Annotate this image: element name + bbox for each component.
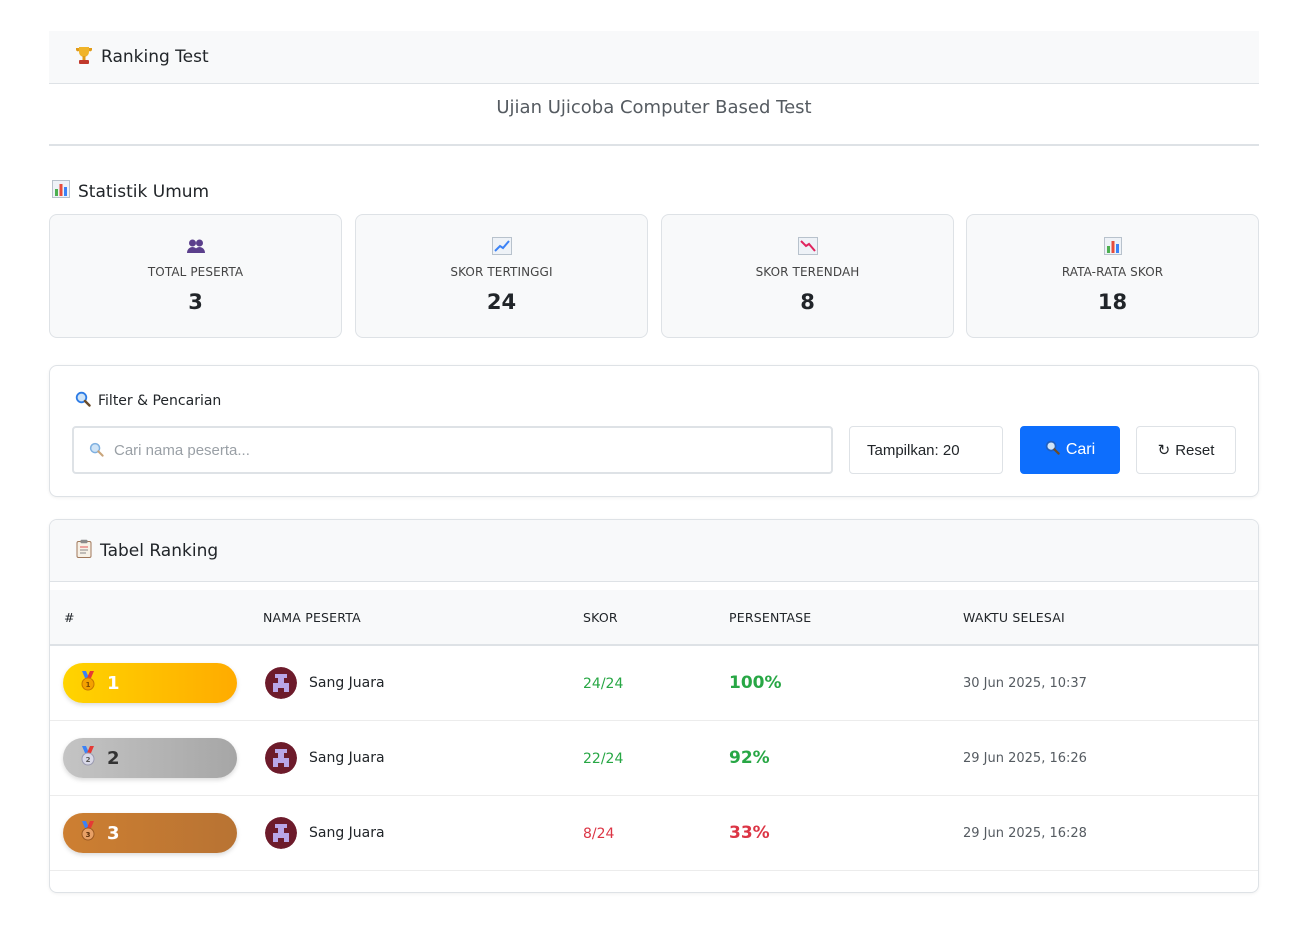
search-button-label: Cari (1065, 441, 1096, 458)
page-header: Ranking Test (49, 31, 1259, 84)
bar-chart-icon (52, 180, 70, 203)
table-row: 3 3 Sang Juara 8/24 33% 29 Jun 2025, 16:… (50, 796, 1258, 871)
gold-medal-icon: 1 (79, 670, 97, 696)
stat-value: 8 (800, 290, 815, 314)
filter-title: Filter & Pencarian (75, 391, 221, 411)
stat-card-total-peserta: TOTAL PESERTA 3 (49, 214, 342, 338)
participant-name: Sang Juara (309, 825, 385, 841)
reset-button[interactable]: ↻ Reset (1136, 426, 1236, 474)
svg-text:1: 1 (86, 681, 91, 689)
finish-time: 29 Jun 2025, 16:26 (963, 751, 1087, 766)
percent-value: 33% (729, 823, 770, 843)
rank-number: 3 (107, 822, 120, 844)
magnifier-icon (75, 391, 91, 411)
search-input[interactable] (72, 426, 833, 474)
score-value: 22/24 (583, 751, 624, 767)
filter-title-label: Filter & Pencarian (98, 393, 222, 409)
rank-badge-bronze: 3 3 (63, 813, 237, 853)
clipboard-icon (76, 539, 92, 563)
avatar (265, 742, 297, 774)
participant-name: Sang Juara (309, 750, 385, 766)
score-value: 24/24 (583, 676, 624, 692)
stat-card-skor-terendah: SKOR TERENDAH 8 (661, 214, 954, 338)
table-row: 2 2 Sang Juara 22/24 92% 29 Jun 2025, 16… (50, 721, 1258, 796)
search-button[interactable]: Cari (1020, 426, 1120, 474)
show-count-select[interactable]: Tampilkan: 20 (849, 426, 1003, 474)
percent-value: 92% (729, 748, 770, 768)
score-value: 8/24 (583, 826, 615, 842)
stat-label: SKOR TERENDAH (755, 265, 860, 279)
bronze-medal-icon: 3 (79, 820, 97, 846)
participant-name: Sang Juara (309, 675, 385, 691)
rank-badge-gold: 1 1 (63, 663, 237, 703)
column-header-score: SKOR (583, 610, 618, 625)
rank-number: 1 (107, 672, 120, 694)
people-icon (50, 237, 341, 257)
column-header-time: WAKTU SELESAI (963, 610, 1065, 625)
avatar (265, 817, 297, 849)
avatar (265, 667, 297, 699)
rank-badge-silver: 2 2 (63, 738, 237, 778)
stat-label: RATA-RATA SKOR (1061, 265, 1164, 279)
stats-section-label: Statistik Umum (78, 181, 210, 202)
stat-label: TOTAL PESERTA (147, 265, 244, 279)
chart-down-icon (662, 237, 953, 257)
trophy-icon (75, 45, 93, 70)
search-icon (1045, 440, 1060, 460)
stats-section-title: Statistik Umum (52, 180, 209, 203)
stat-value: 18 (1097, 290, 1128, 314)
chart-up-icon (356, 237, 647, 257)
finish-time: 29 Jun 2025, 16:28 (963, 826, 1087, 841)
search-icon (89, 442, 104, 462)
finish-time: 30 Jun 2025, 10:37 (963, 676, 1087, 691)
stat-value: 24 (486, 290, 517, 314)
table-row: 1 1 Sang Juara 24/24 100% 30 Jun 2025, 1… (50, 646, 1258, 721)
stat-card-rata-rata: RATA-RATA SKOR 18 (966, 214, 1259, 338)
silver-medal-icon: 2 (79, 745, 97, 771)
stat-card-skor-tertinggi: SKOR TERTINGGI 24 (355, 214, 648, 338)
svg-text:2: 2 (86, 756, 91, 764)
column-header-percent: PERSENTASE (729, 610, 812, 625)
table-header-bar: Tabel Ranking (50, 520, 1258, 582)
exam-subtitle: Ujian Ujicoba Computer Based Test (49, 84, 1259, 146)
bar-chart-icon (967, 237, 1258, 257)
percent-value: 100% (729, 673, 782, 693)
svg-text:3: 3 (86, 831, 91, 839)
column-header-name: NAMA PESERTA (263, 610, 361, 625)
reset-button-label: Reset (1175, 441, 1215, 459)
ranking-table-card: Tabel Ranking # NAMA PESERTA SKOR PERSEN… (49, 519, 1259, 893)
refresh-icon: ↻ (1157, 442, 1171, 459)
page-title: Ranking Test (101, 47, 209, 67)
stat-value: 3 (188, 290, 203, 314)
table-head: # NAMA PESERTA SKOR PERSENTASE WAKTU SEL… (50, 590, 1258, 646)
filter-card: Filter & Pencarian Tampilkan: 20 Cari ↻ … (49, 365, 1259, 497)
stat-label: SKOR TERTINGGI (450, 265, 553, 279)
table-title: Tabel Ranking (100, 540, 219, 561)
column-header-rank: # (64, 610, 75, 625)
rank-number: 2 (107, 747, 120, 769)
